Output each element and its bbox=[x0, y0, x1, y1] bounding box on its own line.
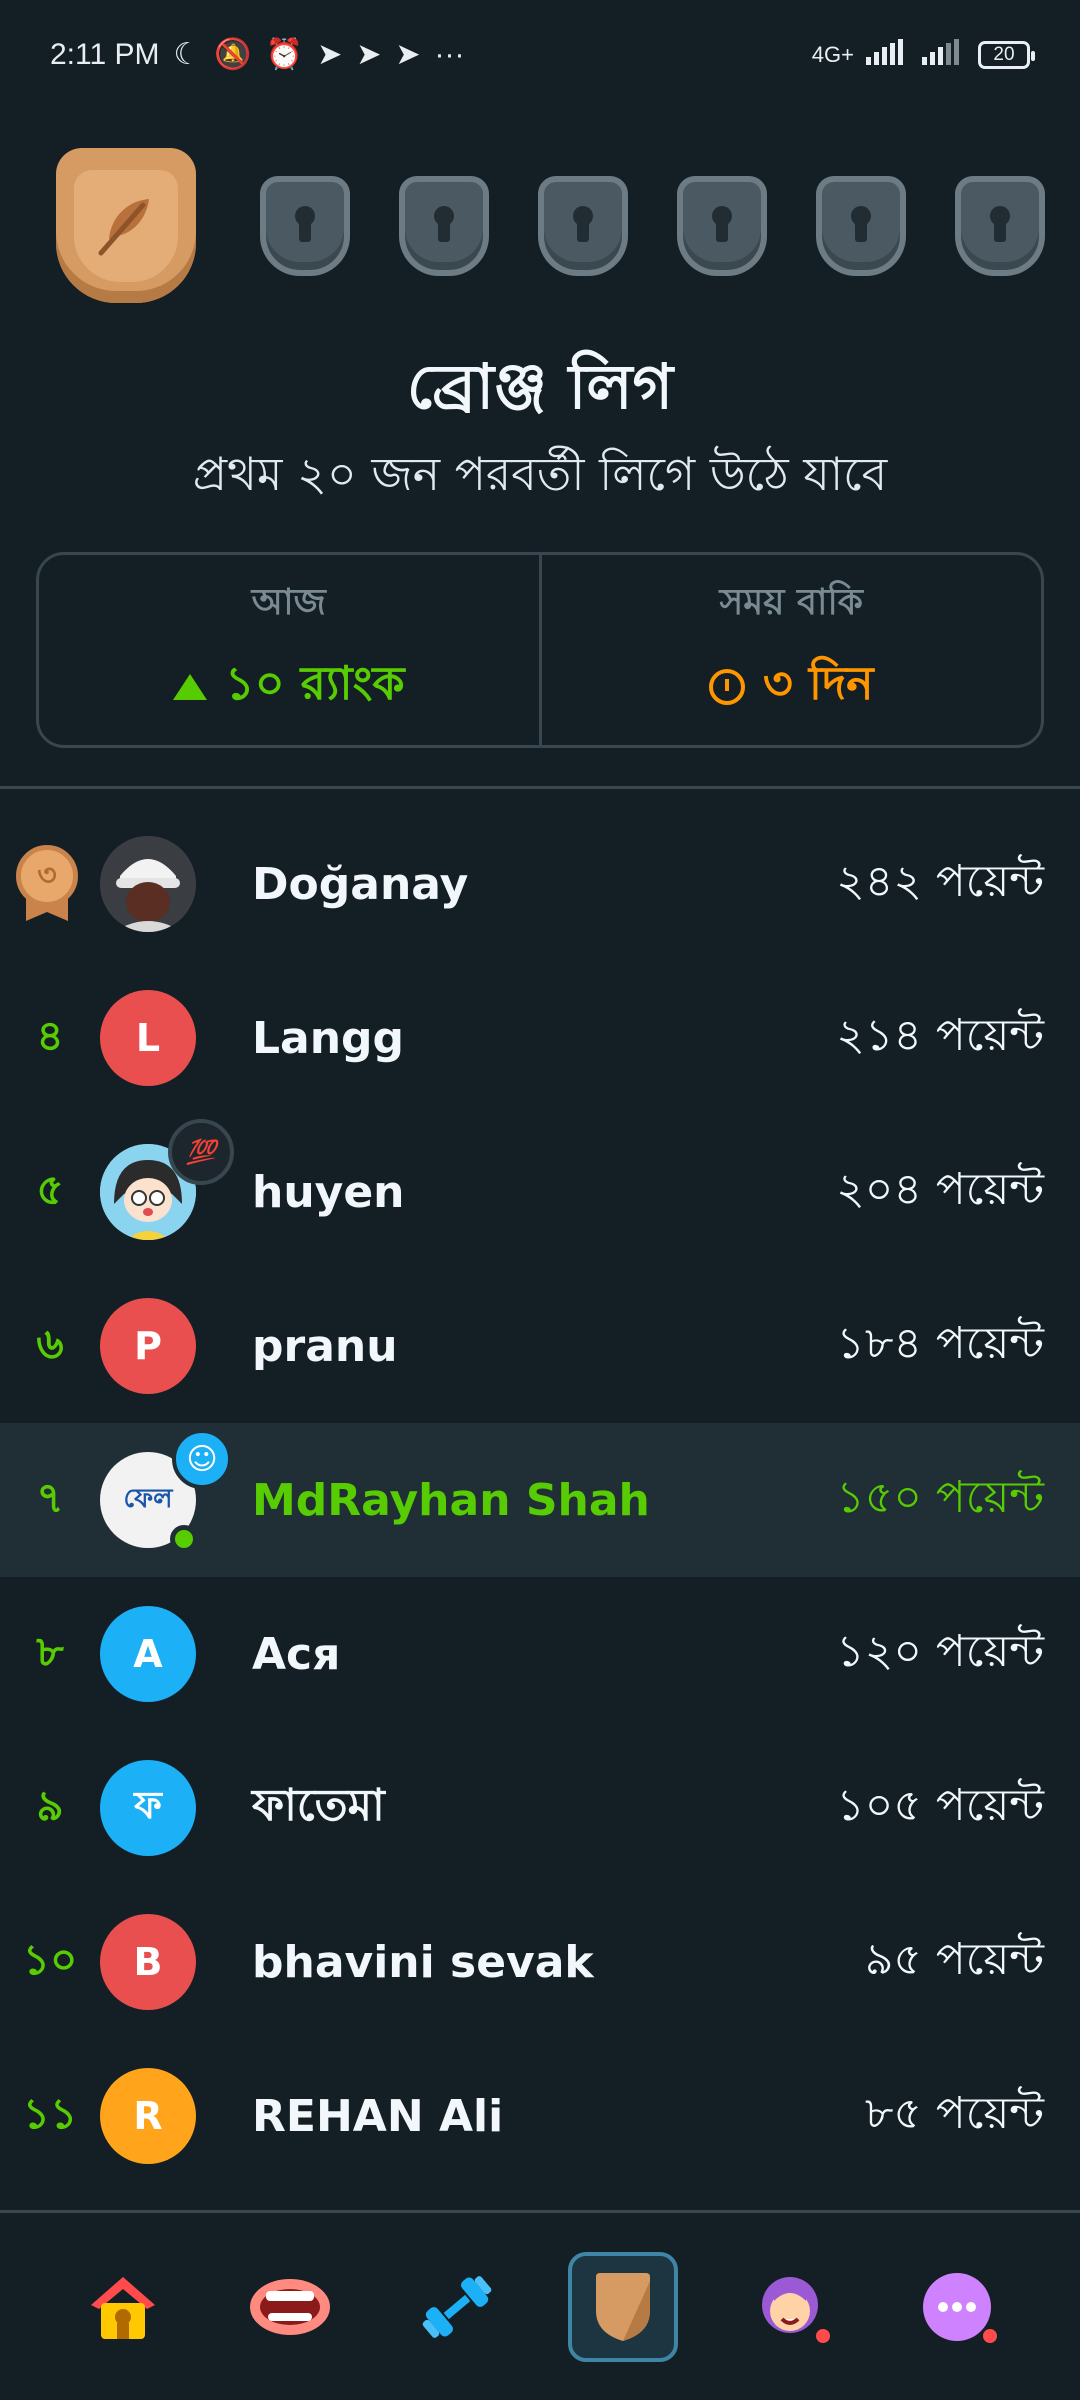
time-left-value: ৩ দিন bbox=[762, 656, 874, 710]
tab-profile[interactable] bbox=[735, 2252, 845, 2362]
rank-number: ৯ bbox=[36, 1780, 64, 1830]
rank-number: ৭ bbox=[36, 1472, 64, 1522]
rank-number: ৫ bbox=[36, 1164, 64, 1214]
bronze-league-shield-icon[interactable] bbox=[56, 148, 196, 303]
avatar[interactable]: B bbox=[100, 1914, 196, 2010]
avatar[interactable]: A bbox=[100, 1606, 196, 1702]
leaderboard-row[interactable]: ৬ P pranu ১৮৪ পয়েন্ট bbox=[0, 1269, 1080, 1423]
hundred-points-icon: 💯 bbox=[168, 1119, 234, 1185]
locked-league-icon[interactable] bbox=[260, 176, 350, 276]
signal-icon bbox=[922, 39, 966, 71]
league-title: ব্রোঞ্জ লিগ bbox=[406, 350, 674, 423]
clock-icon bbox=[708, 669, 745, 705]
add-friend-icon[interactable]: ☺ bbox=[172, 1429, 232, 1489]
user-name: huyen bbox=[252, 1166, 405, 1218]
time-left-stat: সময় বাকি ৩ দিন bbox=[538, 555, 1042, 745]
today-stat: আজ ১০ র‍্যাংক bbox=[39, 555, 539, 745]
stats-panel: আজ ১০ র‍্যাংক সময় বাকি ৩ দিন bbox=[36, 552, 1044, 748]
telegram-icon: ➤ bbox=[317, 38, 343, 71]
user-name: REHAN Ali bbox=[252, 2090, 504, 2142]
leaderboard-row-current-user[interactable]: ৭ ফেল ☺ MdRayhan Shah ১৫০ পয়েন্ট bbox=[0, 1423, 1080, 1577]
tab-home[interactable] bbox=[68, 2252, 178, 2362]
tab-speaking[interactable] bbox=[235, 2252, 345, 2362]
league-shield-icon bbox=[596, 2272, 651, 2341]
user-name: Doğanay bbox=[252, 858, 469, 910]
avatar[interactable]: ফ bbox=[100, 1760, 196, 1856]
bronze-medal-icon: ৩ bbox=[16, 845, 78, 925]
avatar[interactable] bbox=[100, 836, 196, 932]
locked-league-icon[interactable] bbox=[955, 176, 1045, 276]
league-subtitle: প্রথম ২০ জন পরবর্তী লিগে উঠে যাবে bbox=[192, 447, 888, 501]
avatar[interactable]: L bbox=[100, 990, 196, 1086]
user-name: ফাতেমা bbox=[252, 1779, 385, 1831]
online-status-icon bbox=[170, 1525, 198, 1553]
leaderboard-list: ৩ Doğanay ২৪২ পয়েন্ট ৪ L Langg ২১৪ পয়ে… bbox=[0, 807, 1080, 2193]
user-name: bhavini sevak bbox=[252, 1936, 594, 1988]
leaderboard-row[interactable]: ৫ 💯 huyen ২০৪ পয়েন্ট bbox=[0, 1115, 1080, 1269]
battery-icon: 20 bbox=[978, 41, 1035, 69]
rank-number: ১০ bbox=[22, 1934, 78, 1984]
leaderboard-row[interactable]: ৮ A Ася ১২০ পয়েন্ট bbox=[0, 1577, 1080, 1731]
leaderboard-row[interactable]: ৩ Doğanay ২৪২ পয়েন্ট bbox=[0, 807, 1080, 961]
rank-number: ৬ bbox=[36, 1318, 64, 1368]
user-points: ৯৫ পয়েন্ট bbox=[864, 1933, 1044, 1985]
user-name: Langg bbox=[252, 1012, 405, 1064]
bottom-tab-bar bbox=[0, 2213, 1080, 2400]
telegram-icon: ➤ bbox=[395, 38, 421, 71]
rank-up-icon bbox=[172, 674, 207, 700]
rank-number: ৮ bbox=[36, 1626, 64, 1676]
rank-number: ৪ bbox=[36, 1010, 64, 1060]
user-points: ১০৫ পয়েন্ট bbox=[836, 1779, 1044, 1831]
user-points: ২১৪ পয়েন্ট bbox=[836, 1009, 1044, 1061]
today-label: আজ bbox=[251, 582, 326, 623]
feather-icon bbox=[98, 198, 149, 255]
user-points: ১৮৪ পয়েন্ট bbox=[836, 1317, 1044, 1369]
rank-number: ১১ bbox=[22, 2088, 78, 2138]
user-points: ১৫০ পয়েন্ট bbox=[836, 1471, 1044, 1523]
locked-league-icon[interactable] bbox=[677, 176, 767, 276]
muted-bell-icon: 🔕 bbox=[214, 38, 252, 71]
user-points: ৮৫ পয়েন্ট bbox=[864, 2087, 1044, 2139]
locked-league-icon[interactable] bbox=[538, 176, 628, 276]
avatar-text: ফেল bbox=[123, 1484, 173, 1514]
divider bbox=[0, 786, 1080, 789]
telegram-icon: ➤ bbox=[356, 38, 382, 71]
tab-practice[interactable] bbox=[402, 2252, 512, 2362]
alarm-icon: ⏰ bbox=[265, 38, 304, 71]
league-progress bbox=[56, 148, 1080, 308]
speaking-icon bbox=[249, 2278, 330, 2335]
leaderboard-row[interactable]: ১০ B bhavini sevak ৯৫ পয়েন্ট bbox=[0, 1885, 1080, 2039]
user-points: ১২০ পয়েন্ট bbox=[836, 1625, 1044, 1677]
home-icon bbox=[91, 2276, 156, 2339]
status-time: 2:11 PM bbox=[50, 38, 160, 71]
time-left-label: সময় বাকি bbox=[719, 582, 863, 623]
leaderboard-row[interactable]: ৪ L Langg ২১৪ পয়েন্ট bbox=[0, 961, 1080, 1115]
tab-more[interactable] bbox=[902, 2252, 1012, 2362]
rank-number: ৩ bbox=[16, 845, 78, 907]
notification-dot bbox=[979, 2325, 1000, 2346]
avatar[interactable]: R bbox=[100, 2068, 196, 2164]
user-name: MdRayhan Shah bbox=[252, 1474, 650, 1526]
leaderboard-row[interactable]: ১১ R REHAN Ali ৮৫ পয়েন্ট bbox=[0, 2039, 1080, 2193]
moon-icon: ☾ bbox=[173, 38, 201, 71]
user-points: ২০৪ পয়েন্ট bbox=[836, 1163, 1044, 1215]
locked-league-icon[interactable] bbox=[399, 176, 489, 276]
signal-icon bbox=[866, 39, 910, 71]
leaderboard-row[interactable]: ৯ ফ ফাতেমা ১০৫ পয়েন্ট bbox=[0, 1731, 1080, 1885]
today-value: ১০ র‍্যাংক bbox=[224, 656, 405, 710]
notification-dot bbox=[812, 2325, 833, 2346]
dumbbell-icon bbox=[422, 2275, 491, 2338]
avatar[interactable]: P bbox=[100, 1298, 196, 1394]
status-bar: 2:11 PM ☾ 🔕 ⏰ ➤ ➤ ➤ ··· 4G+ 20 bbox=[0, 0, 1080, 110]
more-notifications-icon: ··· bbox=[434, 38, 465, 71]
tab-leagues[interactable] bbox=[568, 2251, 679, 2362]
locked-league-icon[interactable] bbox=[816, 176, 906, 276]
user-name: pranu bbox=[252, 1320, 398, 1372]
user-points: ২৪২ পয়েন্ট bbox=[836, 855, 1044, 907]
battery-level: 20 bbox=[993, 44, 1015, 65]
user-name: Ася bbox=[252, 1628, 341, 1680]
network-type: 4G+ bbox=[811, 42, 854, 67]
